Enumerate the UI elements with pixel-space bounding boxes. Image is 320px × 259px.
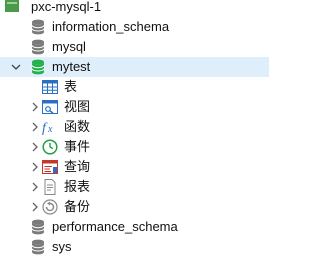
tree-node-backups[interactable]: 备份 [0, 197, 269, 217]
tree-node-label: 备份 [64, 199, 91, 214]
backup-icon [42, 199, 58, 215]
tree-node-events[interactable]: 事件 [0, 137, 269, 157]
function-icon: f x [42, 119, 58, 135]
tree-database-row-selected[interactable]: mytest [0, 57, 269, 77]
tree-node-views[interactable]: 视图 [0, 97, 269, 117]
svg-text:x: x [47, 124, 53, 135]
tree-database-row[interactable]: sys [0, 237, 269, 257]
chevron-right-icon[interactable] [30, 197, 40, 217]
tree-database-row[interactable]: mysql [0, 37, 269, 57]
tree-node-label: 事件 [64, 139, 91, 154]
database-label: sys [52, 239, 72, 254]
event-clock-icon [42, 139, 58, 155]
chevron-right-icon[interactable] [30, 177, 40, 197]
tree-node-reports[interactable]: 报表 [0, 177, 269, 197]
table-icon [42, 79, 58, 95]
database-icon [31, 239, 47, 255]
tree-node-label: 报表 [64, 179, 91, 194]
tree-database-row[interactable]: performance_schema [0, 217, 269, 237]
tree-node-label: 查询 [64, 159, 91, 174]
chevron-right-icon[interactable] [30, 117, 40, 137]
report-icon [42, 179, 58, 195]
database-icon [31, 19, 47, 35]
tree-node-label: 函数 [64, 119, 91, 134]
tree-node-label: 表 [64, 79, 78, 94]
chevron-down-icon[interactable] [11, 57, 21, 77]
tree-node-functions[interactable]: f x 函数 [0, 117, 269, 137]
connection-label: pxc-mysql-1 [31, 0, 102, 14]
view-icon [42, 99, 58, 115]
database-icon [31, 59, 47, 75]
tree-node-label: 视图 [64, 99, 91, 114]
database-label: mysql [52, 39, 86, 54]
tree-node-queries[interactable]: 查询 [0, 157, 269, 177]
chevron-right-icon[interactable] [30, 137, 40, 157]
tree-connection-row[interactable]: pxc-mysql-1 [0, 0, 269, 17]
query-icon [42, 159, 58, 175]
database-label: performance_schema [52, 219, 178, 234]
chevron-right-icon[interactable] [30, 157, 40, 177]
database-icon [31, 219, 47, 235]
database-label: information_schema [52, 19, 170, 34]
tree-node-tables[interactable]: 表 [0, 77, 269, 97]
database-label: mytest [52, 59, 91, 74]
chevron-right-icon[interactable] [30, 97, 40, 117]
server-icon [4, 0, 20, 16]
database-icon [31, 39, 47, 55]
tree-database-row[interactable]: information_schema [0, 17, 269, 37]
